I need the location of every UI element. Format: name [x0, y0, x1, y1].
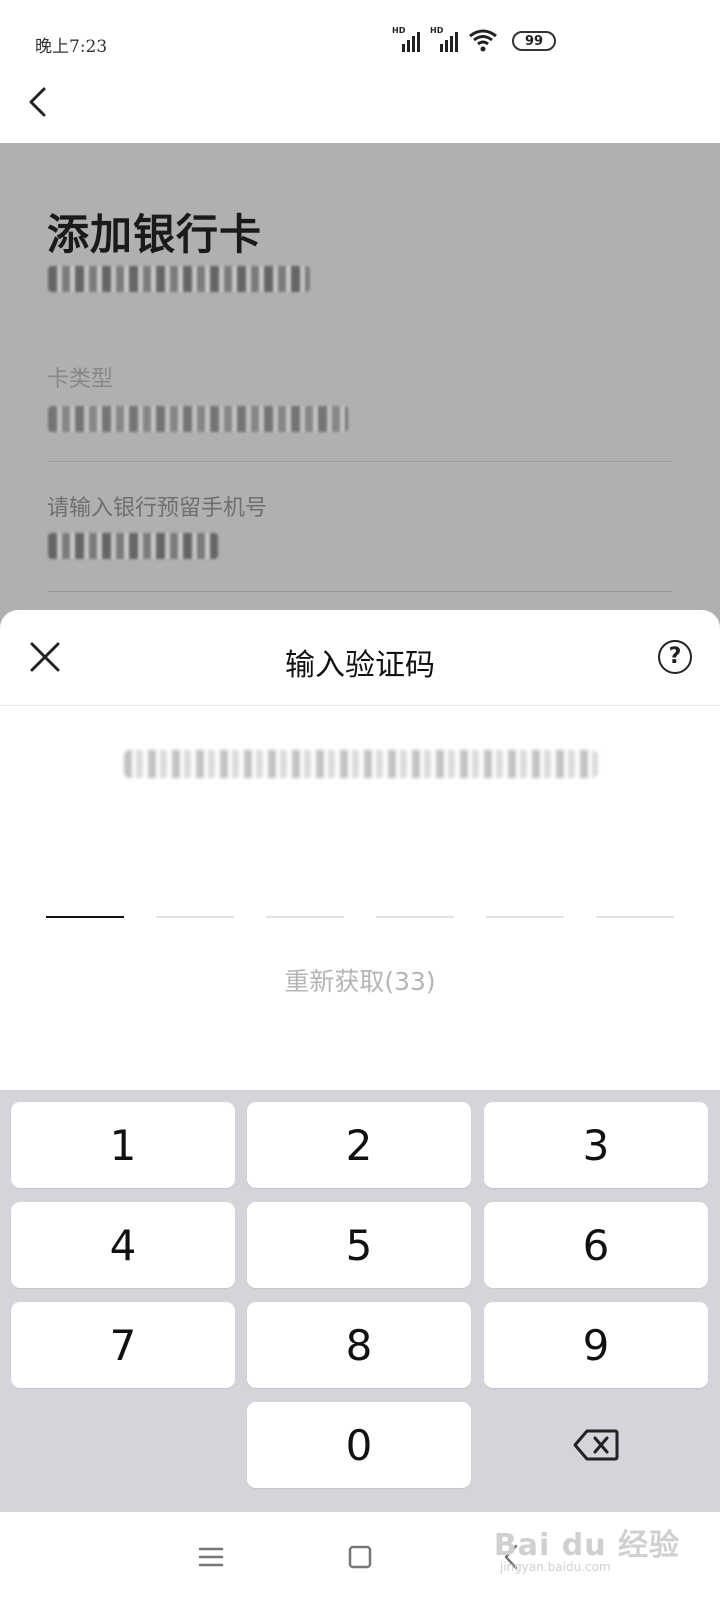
wifi-icon — [469, 29, 497, 52]
code-slot[interactable] — [486, 916, 564, 918]
code-slot[interactable] — [376, 916, 454, 918]
key-4[interactable]: 4 — [11, 1202, 235, 1288]
signal-icon: HD — [392, 26, 420, 52]
phone-label: 请输入银行预留手机号 — [47, 496, 268, 521]
back-chevron-icon[interactable] — [22, 85, 56, 119]
redacted-text — [48, 266, 310, 292]
code-input[interactable] — [46, 916, 674, 918]
key-2[interactable]: 2 — [247, 1102, 471, 1188]
menu-icon[interactable] — [194, 1540, 228, 1574]
watermark: Bai du 经验 jingyan.baidu.com — [494, 1520, 680, 1574]
key-7[interactable]: 7 — [11, 1302, 235, 1388]
backspace-icon — [573, 1429, 619, 1461]
divider — [0, 705, 720, 706]
code-slot[interactable] — [156, 916, 234, 918]
status-bar: 晚上7:23 HD HD 99 — [0, 0, 720, 85]
key-0[interactable]: 0 — [247, 1402, 471, 1488]
help-icon[interactable]: ? — [658, 640, 692, 674]
key-6[interactable]: 6 — [484, 1202, 708, 1288]
key-8[interactable]: 8 — [247, 1302, 471, 1388]
redacted-message — [124, 750, 598, 778]
empty-key — [11, 1402, 235, 1488]
system-nav-bar: Bai du 经验 jingyan.baidu.com — [0, 1512, 720, 1600]
card-type-label: 卡类型 — [47, 367, 114, 392]
code-slot[interactable] — [266, 916, 344, 918]
page-title: 添加银行卡 — [47, 210, 263, 259]
key-1[interactable]: 1 — [11, 1102, 235, 1188]
key-3[interactable]: 3 — [484, 1102, 708, 1188]
divider — [47, 591, 673, 592]
redacted-card-type — [48, 406, 348, 432]
watermark-brand: Bai du 经验 — [493, 1528, 680, 1563]
redacted-phone — [48, 533, 218, 559]
code-slot[interactable] — [46, 916, 124, 918]
delete-key[interactable] — [484, 1402, 708, 1488]
signal-icon: HD — [430, 26, 458, 52]
number-keypad: 1 2 3 4 5 6 7 8 9 0 — [0, 1090, 720, 1512]
code-slot[interactable] — [596, 916, 674, 918]
home-icon[interactable] — [343, 1540, 377, 1574]
divider — [47, 461, 673, 462]
key-5[interactable]: 5 — [247, 1202, 471, 1288]
key-9[interactable]: 9 — [484, 1302, 708, 1388]
status-time: 晚上7:23 — [35, 37, 108, 57]
battery-indicator: 99 — [512, 31, 556, 51]
sheet-title: 输入验证码 — [285, 648, 435, 683]
resend-code-button[interactable]: 重新获取(33) — [0, 962, 720, 998]
